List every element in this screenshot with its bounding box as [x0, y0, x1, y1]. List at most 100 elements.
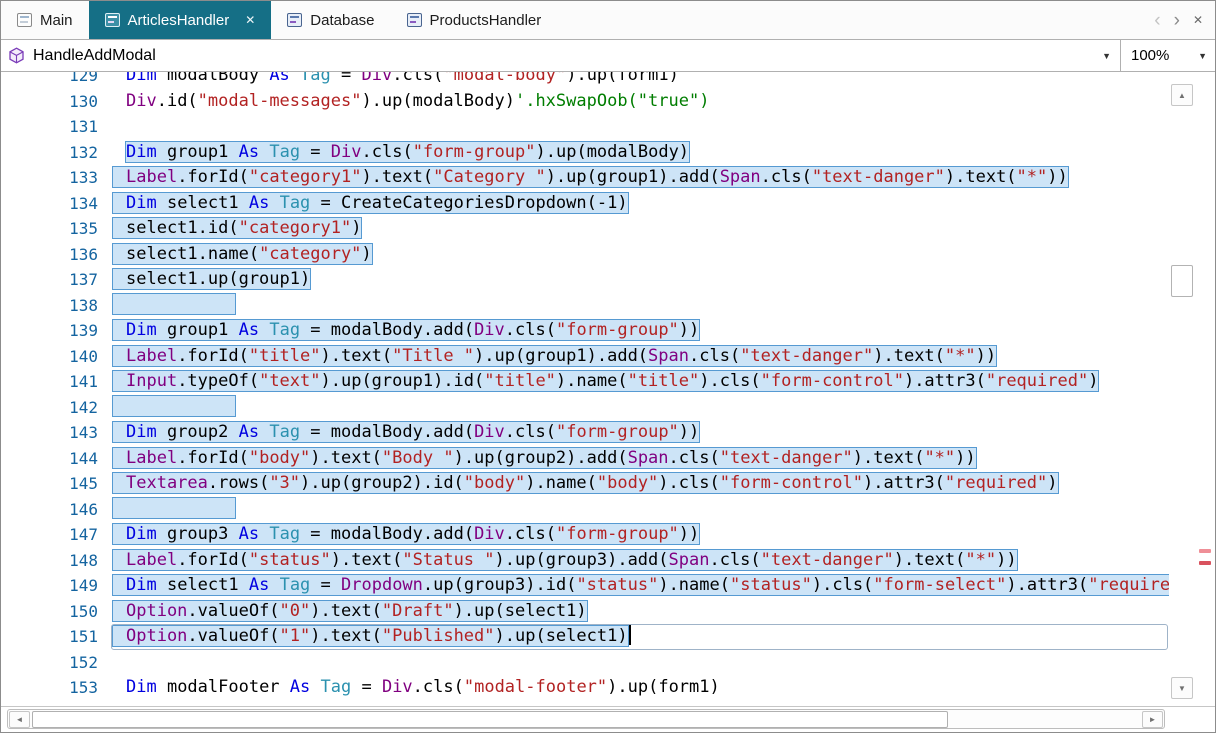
code-text[interactable]: Dim group2 As Tag = modalBody.add(Div.cl… [111, 420, 701, 446]
tab-articleshandler[interactable]: ArticlesHandler ✕ [88, 1, 272, 39]
code-line-137[interactable]: 137 select1.up(group1) [1, 267, 1169, 293]
line-number[interactable]: 153 [1, 675, 98, 701]
tab-productshandler[interactable]: ProductsHandler [391, 1, 558, 39]
code-line-133[interactable]: 133 Label.forId("category1").text("Catego… [1, 165, 1169, 191]
code-text[interactable]: Dim select1 As Tag = CreateCategoriesDro… [112, 191, 629, 217]
code-line-139[interactable]: 139 Dim group1 As Tag = modalBody.add(Div… [1, 318, 1169, 344]
code-line-150[interactable]: 150 Option.valueOf("0").text("Draft").up(… [1, 599, 1169, 625]
tab-main[interactable]: Main [1, 1, 89, 39]
code-line-135[interactable]: 135 select1.id("category1") [1, 216, 1169, 242]
code-line-130[interactable]: 130 Div.id("modal-messages").up(modalBody… [1, 89, 1169, 115]
line-number[interactable]: 132 [1, 140, 98, 166]
code-text[interactable]: Label.forId("category1").text("Category … [112, 165, 1069, 191]
line-number[interactable]: 146 [1, 497, 98, 523]
tab-database[interactable]: Database [271, 1, 390, 39]
code-text[interactable]: Div.id("modal-messages").up(modalBody)'.… [113, 89, 709, 115]
code-line-147[interactable]: 147 Dim group3 As Tag = modalBody.add(Div… [1, 522, 1169, 548]
horizontal-scrollbar[interactable]: ◄ ► [1, 706, 1215, 732]
line-number[interactable]: 136 [1, 242, 98, 268]
line-number[interactable]: 129 [1, 72, 98, 89]
line-number[interactable]: 147 [1, 522, 98, 548]
code-line-132[interactable]: 132 Dim group1 As Tag = Div.cls("form-gro… [1, 140, 1169, 166]
code-line-138[interactable]: 138 [1, 292, 1169, 319]
line-number[interactable]: 145 [1, 471, 98, 497]
code-text[interactable]: Label.forId("status").text("Status ").up… [112, 548, 1018, 574]
close-tab-icon[interactable]: ✕ [245, 13, 255, 27]
code-line-151[interactable]: 151 Option.valueOf("1").text("Published")… [1, 624, 1169, 650]
line-number[interactable]: 143 [1, 420, 98, 446]
code-line-143[interactable]: 143 Dim group2 As Tag = modalBody.add(Div… [1, 420, 1169, 446]
code-text[interactable]: Dim group1 As Tag = Div.cls("form-group"… [113, 140, 691, 166]
vertical-scrollbar-thumb[interactable] [1171, 265, 1193, 297]
selection-highlight: select1.id("category1") [111, 217, 363, 239]
code-text[interactable]: select1.name("category") [112, 242, 373, 268]
line-number[interactable]: 141 [1, 369, 98, 395]
line-number[interactable]: 134 [1, 191, 98, 217]
code-line-140[interactable]: 140 Label.forId("title").text("Title ").u… [1, 344, 1169, 370]
selected-sub-name: HandleAddModal [33, 46, 156, 64]
code-text[interactable]: Dim group1 As Tag = modalBody.add(Div.cl… [111, 318, 701, 344]
code-line-146[interactable]: 146 [1, 496, 1169, 523]
code-lines[interactable]: 129 Dim modalBody As Tag = Div.cls("modal… [1, 72, 1169, 701]
code-line-141[interactable]: 141 Input.typeOf("text").up(group1).id("t… [1, 369, 1169, 395]
line-number[interactable]: 130 [1, 89, 98, 115]
sub-selector-dropdown[interactable]: HandleAddModal ▼ [1, 40, 1120, 71]
code-line-136[interactable]: 136 select1.name("category") [1, 242, 1169, 268]
tab-scroll-left-icon[interactable]: ‹ [1154, 11, 1160, 30]
line-number[interactable]: 135 [1, 216, 98, 242]
code-text[interactable]: Dim select1 As Tag = Dropdown.up(group3)… [112, 573, 1169, 599]
code-text[interactable]: Input.typeOf("text").up(group1).id("titl… [111, 369, 1100, 395]
code-line-153[interactable]: 153 Dim modalFooter As Tag = Div.cls("mod… [1, 675, 1169, 701]
code-text[interactable]: Option.valueOf("0").text("Draft").up(sel… [112, 599, 588, 625]
code-text[interactable]: Textarea.rows("3").up(group2).id("body")… [112, 471, 1059, 497]
horizontal-scrollbar-thumb[interactable] [32, 711, 948, 728]
code-text[interactable]: select1.id("category1") [111, 216, 363, 242]
scroll-right-button[interactable]: ► [1142, 711, 1163, 728]
code-line-131[interactable]: 131 [1, 114, 1169, 140]
dropdown-arrow-icon[interactable]: ▼ [1102, 51, 1120, 61]
line-number[interactable]: 137 [1, 267, 98, 293]
error-marker[interactable] [1199, 561, 1211, 565]
code-text[interactable]: Dim modalFooter As Tag = Div.cls("modal-… [113, 675, 720, 701]
line-number[interactable]: 140 [1, 344, 98, 370]
code-line-149[interactable]: 149 Dim select1 As Tag = Dropdown.up(grou… [1, 573, 1169, 599]
line-number[interactable]: 148 [1, 548, 98, 574]
selection-highlight: Input.typeOf("text").up(group1).id("titl… [111, 370, 1100, 392]
line-number[interactable]: 144 [1, 446, 98, 472]
dropdown-arrow-icon[interactable]: ▼ [1198, 51, 1207, 61]
code-line-144[interactable]: 144 Label.forId("body").text("Body ").up(… [1, 446, 1169, 472]
code-line-134[interactable]: 134 Dim select1 As Tag = CreateCategories… [1, 191, 1169, 217]
vertical-scrollbar[interactable]: ▲ ▼ [1169, 72, 1195, 706]
line-number[interactable]: 133 [1, 165, 98, 191]
code-line-148[interactable]: 148 Label.forId("status").text("Status ")… [1, 548, 1169, 574]
code-text[interactable] [112, 394, 236, 421]
code-text[interactable]: Dim group3 As Tag = modalBody.add(Div.cl… [111, 522, 701, 548]
scroll-left-button[interactable]: ◄ [9, 711, 30, 728]
zoom-dropdown[interactable]: 100% ▼ [1120, 40, 1215, 71]
line-number[interactable]: 151 [1, 624, 98, 650]
tab-close-icon[interactable]: ✕ [1193, 13, 1203, 27]
code-text[interactable]: Dim modalBody As Tag = Div.cls("modal-bo… [113, 72, 679, 89]
line-number[interactable]: 138 [1, 293, 98, 319]
line-number[interactable]: 150 [1, 599, 98, 625]
line-number[interactable]: 139 [1, 318, 98, 344]
code-text[interactable]: Label.forId("body").text("Body ").up(gro… [112, 446, 977, 472]
scroll-down-button[interactable]: ▼ [1171, 677, 1193, 699]
horizontal-scrollbar-track[interactable]: ◄ ► [7, 709, 1165, 729]
line-number[interactable]: 149 [1, 573, 98, 599]
code-text[interactable]: Option.valueOf("1").text("Published").up… [112, 624, 631, 650]
code-text[interactable] [112, 496, 236, 523]
code-line-142[interactable]: 142 [1, 394, 1169, 421]
code-line-129[interactable]: 129 Dim modalBody As Tag = Div.cls("modal… [1, 72, 1169, 89]
line-number[interactable]: 142 [1, 395, 98, 421]
code-text[interactable] [112, 292, 236, 319]
scroll-up-button[interactable]: ▲ [1171, 84, 1193, 106]
error-marker[interactable] [1199, 549, 1211, 553]
line-number[interactable]: 131 [1, 114, 98, 140]
code-text[interactable]: Label.forId("title").text("Title ").up(g… [111, 344, 998, 370]
code-text[interactable]: select1.up(group1) [111, 267, 312, 293]
line-number[interactable]: 152 [1, 650, 98, 676]
tab-scroll-right-icon[interactable]: › [1174, 11, 1180, 30]
code-line-152[interactable]: 152 [1, 650, 1169, 676]
code-line-145[interactable]: 145 Textarea.rows("3").up(group2).id("bod… [1, 471, 1169, 497]
